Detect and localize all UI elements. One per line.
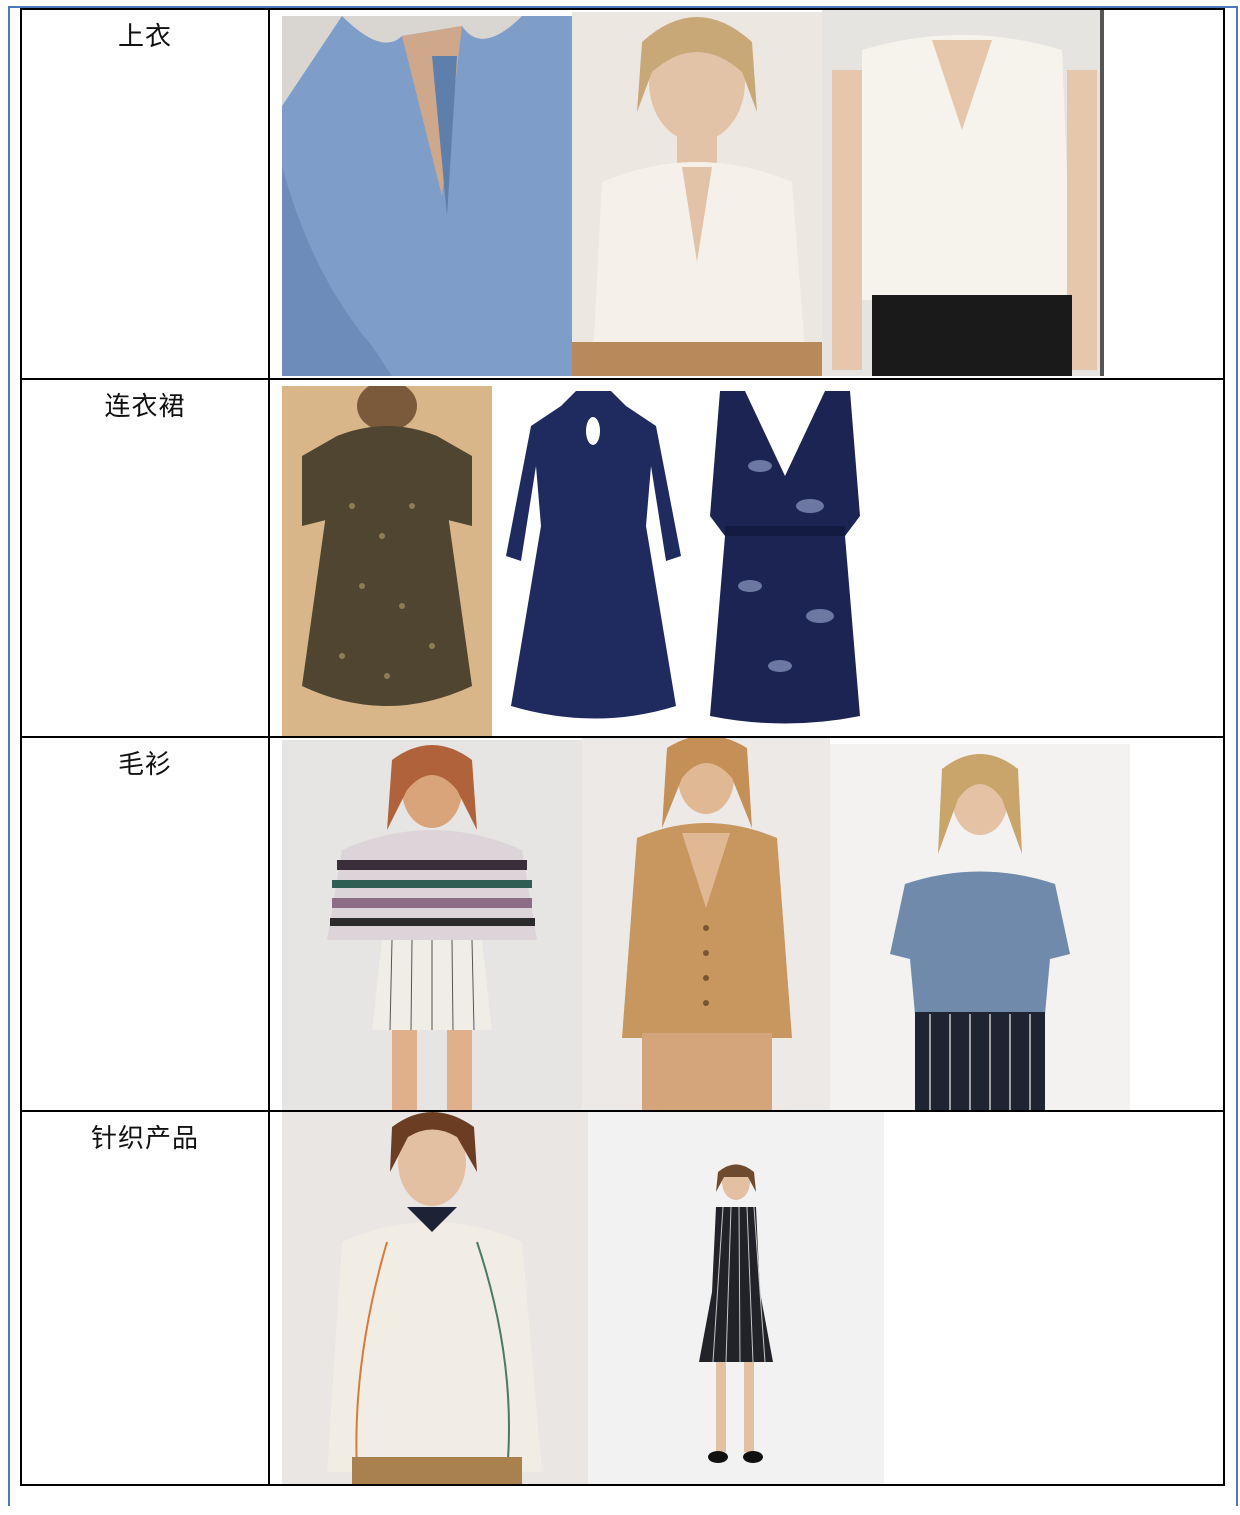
product-photo-navy-mandarin-dress (496, 386, 691, 726)
product-photo-blue-satin-blouse (282, 16, 572, 376)
product-photo-pinstripe-knit-dress (588, 1112, 884, 1484)
page-frame-right (1236, 6, 1238, 1506)
category-cell: 连衣裙 (20, 378, 270, 738)
product-photo-striped-sweater (282, 740, 582, 1110)
category-label: 针织产品 (90, 1124, 199, 1154)
product-photo-cream-knit-top (282, 1112, 588, 1484)
table-row-knitwear: 针织产品 (20, 1110, 1225, 1486)
category-label: 毛衫 (117, 750, 172, 780)
category-label: 上衣 (117, 22, 172, 52)
product-photo-navy-floral-wrap-dress (700, 386, 870, 731)
page-frame-left (8, 6, 10, 1506)
product-photo-blue-knit-tee (830, 744, 1130, 1110)
table-row-tops: 上衣 (20, 8, 1225, 380)
category-label: 连衣裙 (104, 392, 186, 422)
table-row-sweaters: 毛衫 (20, 736, 1225, 1112)
product-photo-ivory-silk-blouse (572, 12, 822, 376)
image-cell (268, 1110, 1225, 1486)
category-cell: 针织产品 (20, 1110, 270, 1486)
table-row-dresses: 连衣裙 (20, 378, 1225, 738)
product-category-table: 上衣 连衣裙 毛衫 针织产品 (20, 8, 1225, 1486)
image-cell (268, 736, 1225, 1112)
product-photo-camel-cardigan (582, 738, 830, 1110)
image-cell (268, 378, 1225, 738)
category-cell: 毛衫 (20, 736, 270, 1112)
product-photo-white-cap-sleeve-top (822, 10, 1104, 376)
image-cell (268, 8, 1225, 380)
category-cell: 上衣 (20, 8, 270, 380)
product-photo-olive-print-dress (282, 386, 492, 736)
